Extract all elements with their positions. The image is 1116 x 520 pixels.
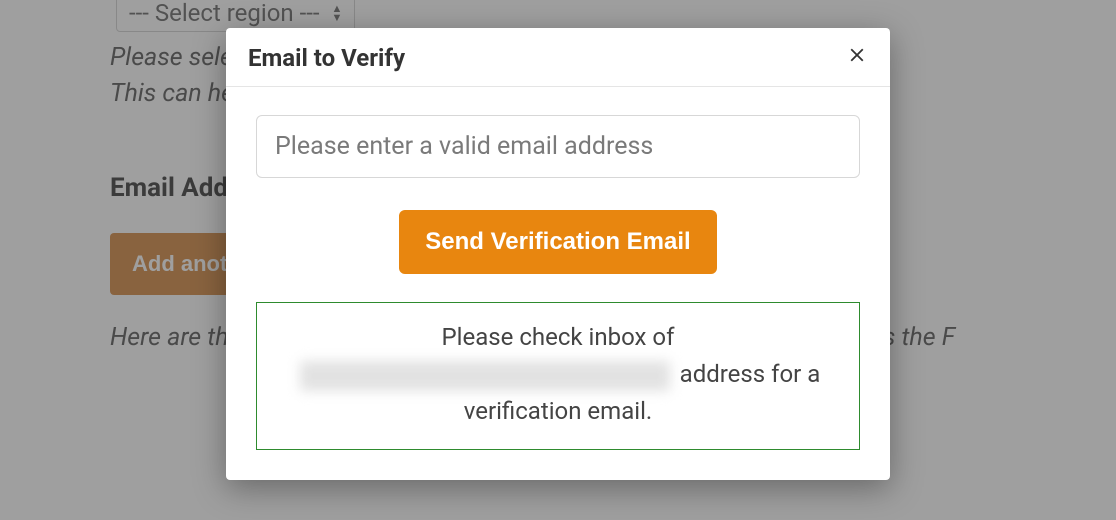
redacted-email [300, 361, 670, 391]
modal-title: Email to Verify [248, 44, 405, 72]
send-verification-button[interactable]: Send Verification Email [399, 210, 716, 274]
close-icon [846, 44, 868, 66]
close-button[interactable] [846, 44, 868, 66]
email-input[interactable] [256, 115, 860, 178]
modal-overlay: Email to Verify Send Verification Email … [0, 0, 1116, 520]
success-text-prefix: Please check inbox of [442, 323, 675, 351]
modal-header: Email to Verify [226, 28, 890, 87]
email-verify-modal: Email to Verify Send Verification Email … [226, 28, 890, 480]
modal-body: Send Verification Email Please check inb… [226, 87, 890, 480]
verification-success-message: Please check inbox of address for a veri… [256, 302, 860, 450]
